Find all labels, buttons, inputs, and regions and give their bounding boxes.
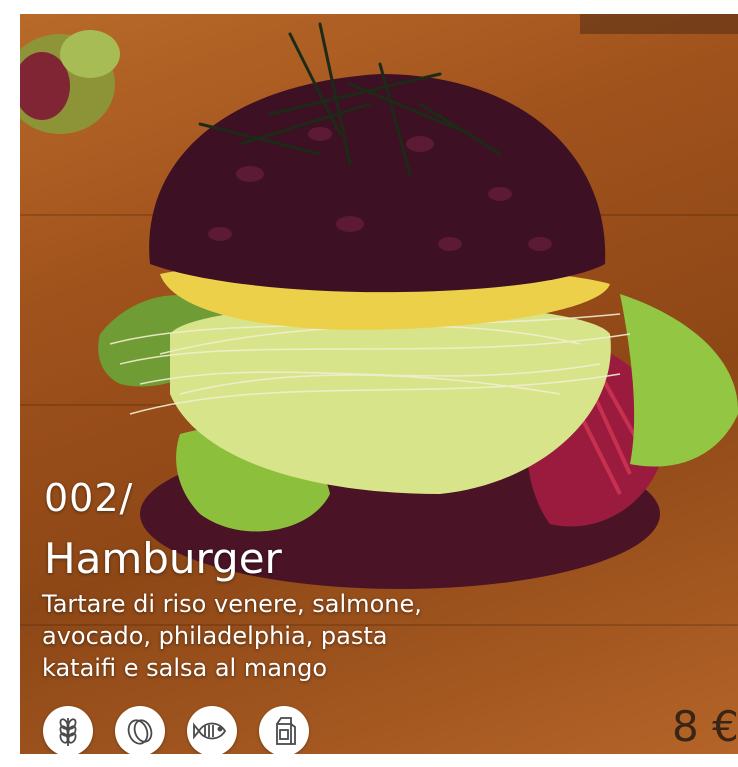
wheat-icon bbox=[43, 706, 93, 754]
egg-icon bbox=[115, 706, 165, 754]
description-line: avocado, philadelphia, pasta bbox=[42, 622, 388, 650]
description-line: kataifi e salsa al mango bbox=[42, 654, 328, 682]
description-line: Tartare di riso venere, salmone, bbox=[42, 590, 422, 618]
item-title: Hamburger bbox=[44, 534, 282, 583]
menu-item-card[interactable]: 002/ Hamburger Tartare di riso venere, s… bbox=[20, 14, 738, 754]
fish-icon bbox=[187, 706, 237, 754]
item-code: 002/ bbox=[44, 476, 134, 520]
milk-carton-icon bbox=[259, 706, 309, 754]
item-description: Tartare di riso venere, salmone, avocado… bbox=[42, 588, 562, 684]
item-price: 8 € bbox=[672, 702, 738, 751]
allergen-icons bbox=[43, 706, 309, 754]
